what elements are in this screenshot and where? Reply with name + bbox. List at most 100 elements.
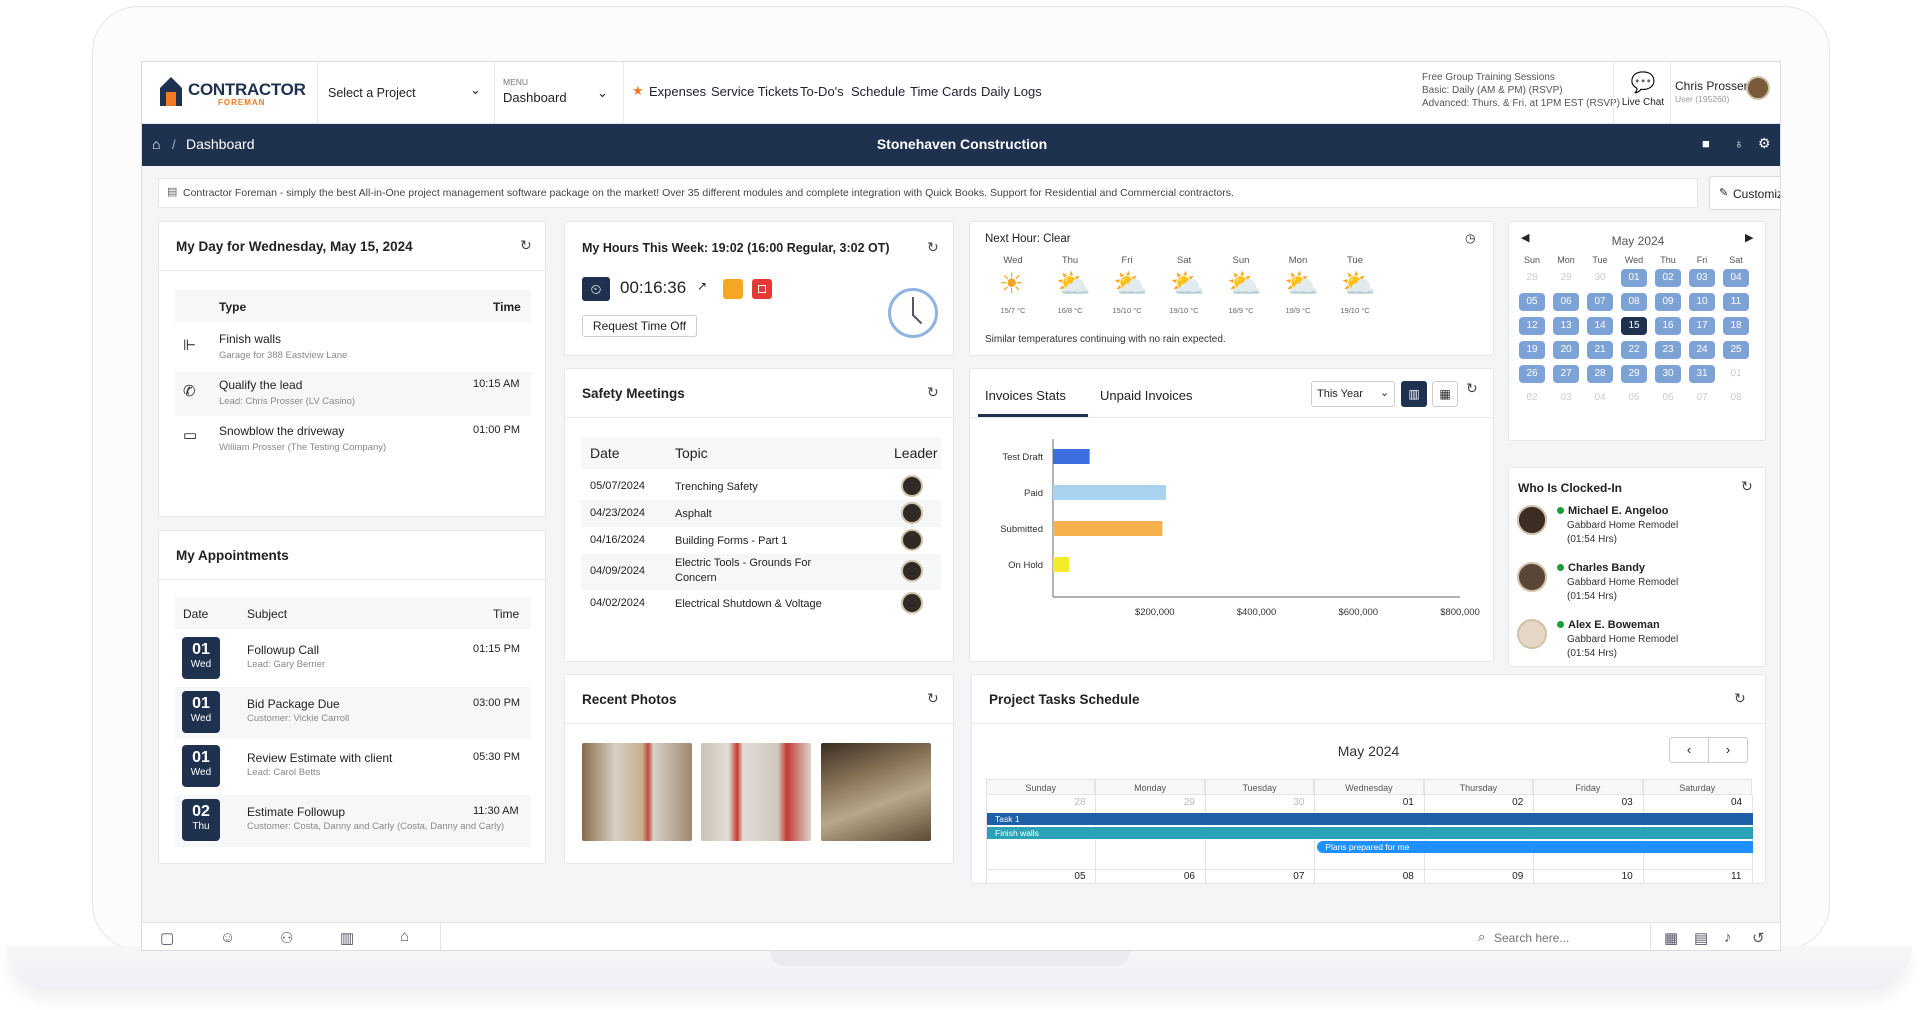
list-item[interactable]: Charles Bandy Gabbard Home Remodel (01:54 … [1515, 562, 1760, 617]
user-menu[interactable]: Chris Prosser User (195260) [1675, 79, 1748, 104]
calendar-day[interactable]: 16 [1655, 317, 1681, 335]
photo-thumbnail[interactable] [701, 743, 811, 841]
prev-week-button[interactable]: ‹ [1669, 737, 1709, 763]
tab-unpaid-invoices[interactable]: Unpaid Invoices [1100, 388, 1193, 403]
users-icon[interactable]: ⚇ [280, 929, 293, 947]
avatar[interactable] [1746, 76, 1770, 100]
table-row[interactable]: 01 Wed Review Estimate with client Lead: … [175, 741, 531, 793]
bar[interactable] [1053, 485, 1166, 500]
calendar-day[interactable]: 01 [1621, 269, 1647, 287]
gear-icon[interactable]: ⚙ [1758, 135, 1771, 152]
next-week-button[interactable]: › [1708, 737, 1748, 763]
calendar-day[interactable]: 06 [1553, 293, 1579, 311]
building-icon[interactable]: ▥ [340, 929, 354, 947]
link-time-cards[interactable]: Time Cards [910, 84, 977, 99]
bar[interactable] [1053, 449, 1090, 464]
refresh-icon[interactable]: ↻ [927, 384, 939, 401]
calendar-day[interactable]: 04 [1723, 269, 1749, 287]
calendar-day[interactable]: 12 [1519, 317, 1545, 335]
calendar-day[interactable]: 23 [1655, 341, 1681, 359]
home-icon[interactable]: ⌂ [400, 928, 409, 945]
link-service-tickets[interactable]: Service Tickets [711, 84, 798, 99]
table-row[interactable]: 04/23/2024 Asphalt [581, 500, 941, 527]
calendar-day[interactable]: 19 [1519, 341, 1545, 359]
list-item[interactable]: Alex E. Boweman Gabbard Home Remodel (01:5… [1515, 619, 1760, 666]
table-row[interactable]: 01 Wed Bid Package Due Customer: Vickie C… [175, 687, 531, 739]
refresh-icon[interactable]: ↻ [520, 237, 532, 254]
calendar-day[interactable]: 24 [1689, 341, 1715, 359]
table-row[interactable]: 04/09/2024 Electric Tools - Grounds For C… [581, 554, 941, 590]
project-select[interactable]: Select a Project ⌄ [328, 82, 481, 104]
bell-icon[interactable]: ♪ [1724, 929, 1732, 946]
pause-button[interactable] [723, 279, 743, 299]
video-icon[interactable]: ■ [1702, 136, 1710, 151]
menu-select[interactable]: MENU Dashboard ⌄ [503, 77, 613, 105]
refresh-icon[interactable]: ↻ [927, 690, 939, 707]
photo-thumbnail[interactable] [821, 743, 931, 841]
leader-avatar[interactable] [901, 475, 923, 497]
user-icon[interactable]: ☺ [220, 929, 235, 946]
calendar-day[interactable]: 14 [1587, 317, 1613, 335]
calendar-day[interactable]: 10 [1689, 293, 1715, 311]
list-item[interactable]: ▭ Snowblow the driveway William Prosser … [175, 418, 531, 462]
calendar-day[interactable]: 22 [1621, 341, 1647, 359]
calendar-day[interactable]: 30 [1655, 365, 1681, 383]
leader-avatar[interactable] [901, 560, 923, 582]
calendar-day[interactable]: 28 [1587, 365, 1613, 383]
table-row[interactable]: 04/02/2024 Electrical Shutdown & Voltage [581, 590, 941, 617]
task-bar[interactable]: Finish walls [987, 827, 1753, 839]
calendar-day[interactable]: 27 [1553, 365, 1579, 383]
table-row[interactable]: 02 Thu Estimate Followup Customer: Costa,… [175, 795, 531, 847]
link-expenses[interactable]: Expenses [649, 84, 706, 99]
bar[interactable] [1053, 521, 1163, 536]
calendar-day[interactable]: 20 [1553, 341, 1579, 359]
table-row[interactable]: 05/07/2024 Trenching Safety [581, 473, 941, 500]
refresh-icon[interactable]: ↻ [1734, 690, 1746, 707]
stop-button[interactable] [752, 279, 772, 299]
period-select[interactable]: This Year ⌄ [1311, 381, 1395, 407]
refresh-icon[interactable]: ↻ [1741, 478, 1753, 495]
calendar-day[interactable]: 07 [1587, 293, 1613, 311]
link-todos[interactable]: To-Do's [800, 84, 844, 99]
request-time-off-button[interactable]: Request Time Off [582, 315, 697, 337]
clock-icon[interactable]: ◷ [1465, 231, 1475, 245]
lightbulb-icon[interactable]: ♁ [1734, 136, 1744, 151]
search-input[interactable] [1494, 929, 1644, 947]
calendar-day[interactable]: 29 [1621, 365, 1647, 383]
list-item[interactable]: Michael E. Angeloo Gabbard Home Remodel (0… [1515, 505, 1760, 560]
customize-button[interactable]: ✎ Customize [1709, 176, 1780, 210]
table-view-button[interactable]: ▦ [1432, 381, 1458, 407]
calendar-day[interactable]: 02 [1655, 269, 1681, 287]
link-daily-logs[interactable]: Daily Logs [981, 84, 1042, 99]
training-info[interactable]: Free Group Training Sessions Basic: Dail… [1422, 72, 1620, 109]
calendar-day[interactable]: 09 [1655, 293, 1681, 311]
calendar-day[interactable]: 21 [1587, 341, 1613, 359]
calendar-day[interactable]: 03 [1689, 269, 1715, 287]
dashboard-icon[interactable]: ▢ [160, 929, 174, 947]
leader-avatar[interactable] [901, 529, 923, 551]
table-row[interactable]: 04/16/2024 Building Forms - Part 1 [581, 527, 941, 554]
calendar-day[interactable]: 25 [1723, 341, 1749, 359]
next-month-icon[interactable]: ▶ [1745, 231, 1753, 244]
calendar-day[interactable]: 08 [1621, 293, 1647, 311]
link-schedule[interactable]: Schedule [851, 84, 905, 99]
leader-avatar[interactable] [901, 502, 923, 524]
table-row[interactable]: 01 Wed Followup Call Lead: Gary Berner 01… [175, 633, 531, 685]
list-item[interactable]: ✆ Qualify the lead Lead: Chris Prosser (… [175, 372, 531, 416]
task-bar[interactable]: Task 1 [987, 813, 1753, 825]
bar[interactable] [1053, 557, 1070, 572]
calendar-day[interactable]: 18 [1723, 317, 1749, 335]
live-chat-button[interactable]: 💬 Live Chat [1617, 70, 1669, 108]
calendar-day[interactable]: 11 [1723, 293, 1749, 311]
calendar-day[interactable]: 26 [1519, 365, 1545, 383]
calendar-day[interactable]: 17 [1689, 317, 1715, 335]
calendar-check-icon[interactable]: ▤ [1694, 929, 1708, 947]
list-item[interactable]: ⊩ Finish walls Garage for 388 Eastview L… [175, 326, 531, 370]
leader-avatar[interactable] [901, 592, 923, 614]
calendar-day[interactable]: 31 [1689, 365, 1715, 383]
calendar-day[interactable]: 13 [1553, 317, 1579, 335]
calendar-day[interactable]: 15 [1621, 317, 1647, 335]
task-bar[interactable]: Plans prepared for me [1317, 841, 1753, 853]
calendar-icon[interactable]: ▦ [1664, 929, 1678, 947]
chart-view-button[interactable]: ▥ [1401, 381, 1427, 407]
